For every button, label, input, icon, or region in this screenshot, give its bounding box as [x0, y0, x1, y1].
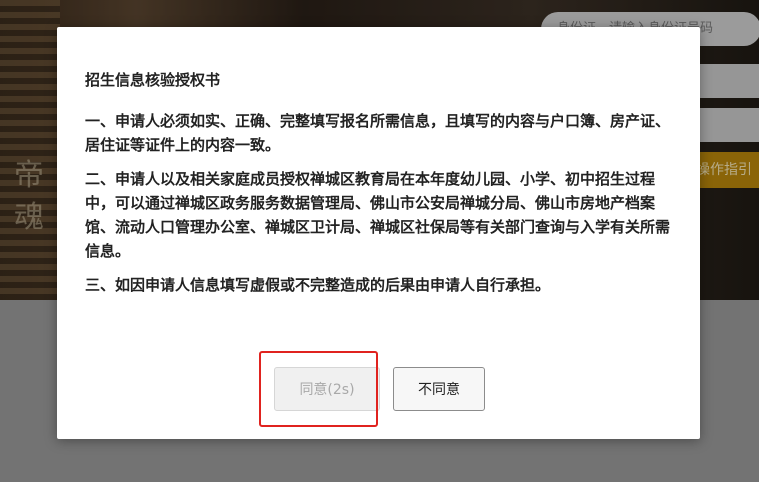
terms-paragraph-3: 三、如因申请人信息填写虚假或不完整造成的后果由申请人自行承担。 — [85, 276, 551, 294]
disagree-button[interactable]: 不同意 — [393, 367, 485, 411]
terms-paragraph-1: 一、申请人必须如实、正确、完整填写报名所需信息，且填写的内容与户口簿、房产证、居… — [85, 112, 671, 154]
terms-paragraph-2: 二、申请人以及相关家庭成员授权禅城区教育局在本年度幼儿园、小学、初中招生过程中，… — [85, 170, 671, 260]
dialog-title: 招生信息核验授权书 — [85, 71, 221, 89]
dialog-content: 招生信息核验授权书 一、申请人必须如实、正确、完整填写报名所需信息，且填写的内容… — [85, 69, 675, 307]
agree-button[interactable]: 同意(2s) — [274, 367, 380, 411]
dialog-buttons: 同意(2s) 不同意 — [57, 365, 700, 415]
authorization-dialog: 招生信息核验授权书 一、申请人必须如实、正确、完整填写报名所需信息，且填写的内容… — [57, 27, 700, 439]
